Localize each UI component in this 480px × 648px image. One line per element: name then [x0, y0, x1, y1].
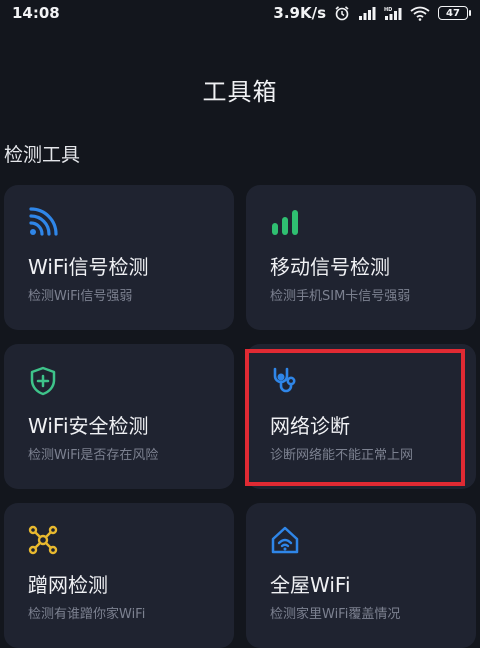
battery-level: 47: [446, 7, 460, 19]
network-nodes-icon: [28, 525, 58, 555]
card-wifi-security-check[interactable]: WiFi安全检测 检测WiFi是否存在风险: [4, 344, 234, 489]
card-title: 移动信号检测: [270, 255, 390, 279]
card-subtitle: 检测WiFi信号强弱: [28, 289, 133, 304]
page-title: 工具箱: [202, 78, 278, 106]
status-time: 14:08: [12, 4, 60, 22]
status-bar: 14:08 3.9K/s HD 47: [0, 0, 480, 26]
card-title: 网络诊断: [270, 414, 350, 438]
card-wifi-signal-check[interactable]: WiFi信号检测 检测WiFi信号强弱: [4, 185, 234, 330]
net-speed: 3.9K/s: [273, 4, 326, 22]
stethoscope-icon: [273, 367, 296, 393]
card-mobile-signal-check[interactable]: 移动信号检测 检测手机SIM卡信号强弱: [246, 185, 476, 330]
svg-text:HD: HD: [384, 7, 392, 13]
status-icons: 3.9K/s HD 47: [273, 4, 471, 22]
card-title: WiFi信号检测: [28, 255, 149, 279]
card-subtitle: 检测WiFi是否存在风险: [28, 448, 159, 463]
hd-signal-icon: HD: [384, 7, 402, 20]
section-title: 检测工具: [4, 144, 81, 166]
card-subtitle: 诊断网络能不能正常上网: [270, 448, 414, 463]
card-whole-home-wifi[interactable]: 全屋WiFi 检测家里WiFi覆盖情况: [246, 503, 476, 648]
card-title: 全屋WiFi: [270, 573, 351, 597]
signal-icon: [359, 7, 376, 20]
card-title: WiFi安全检测: [28, 414, 149, 438]
card-subtitle: 检测手机SIM卡信号强弱: [270, 289, 411, 304]
home-wifi-icon: [271, 526, 299, 554]
battery-icon: 47: [438, 6, 471, 20]
cellular-bars-icon: [272, 210, 298, 235]
wifi-icon: [410, 6, 430, 21]
card-subtitle: 检测有谁蹭你家WiFi: [28, 607, 146, 622]
card-subtitle: 检测家里WiFi覆盖情况: [270, 607, 401, 622]
card-freeloader-check[interactable]: 蹭网检测 检测有谁蹭你家WiFi: [4, 503, 234, 648]
shield-plus-icon: [30, 366, 56, 396]
wifi-signal-icon: [29, 207, 58, 236]
card-network-diagnosis[interactable]: 网络诊断 诊断网络能不能正常上网: [246, 344, 476, 489]
card-title: 蹭网检测: [28, 573, 108, 597]
alarm-icon: [335, 6, 349, 21]
